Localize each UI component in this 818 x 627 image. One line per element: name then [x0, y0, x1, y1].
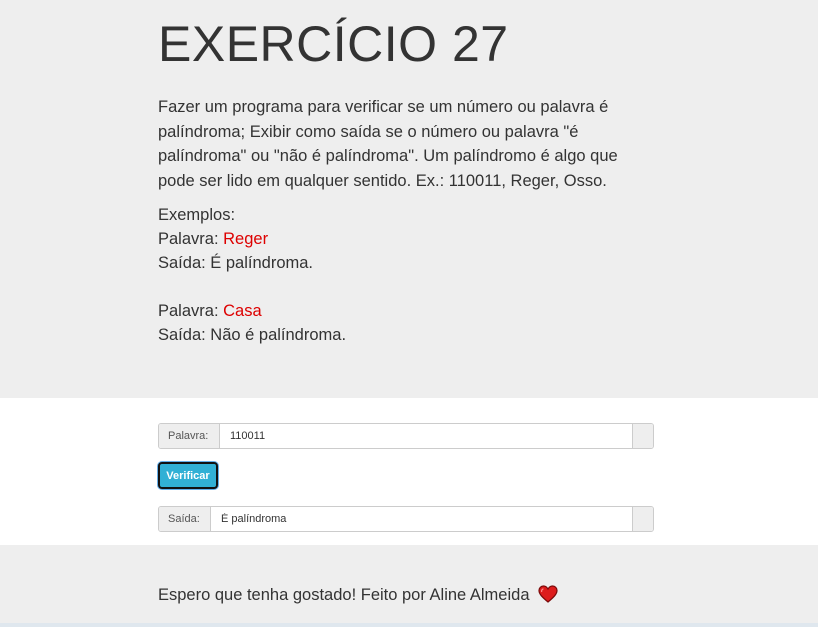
footer: Espero que tenha gostado! Feito por Alin… — [0, 545, 818, 627]
word-input[interactable] — [220, 424, 632, 448]
example-word-label: Palavra: — [158, 302, 219, 320]
hero-section: EXERCÍCIO 27 Fazer um programa para veri… — [0, 0, 818, 398]
heart-icon — [538, 585, 558, 610]
bottom-strip — [0, 623, 818, 627]
example-word-line: Palavra: Casa — [158, 299, 638, 323]
exercise-description: Fazer um programa para verificar se um n… — [158, 98, 618, 190]
output-label: Saída: — [159, 507, 211, 531]
example-spacer — [158, 275, 638, 299]
verify-button[interactable]: Verificar — [158, 462, 218, 489]
output-group: Saída: — [158, 506, 654, 532]
examples-heading: Exemplos: — [158, 206, 236, 224]
form-section: Palavra: Verificar Saída: — [0, 398, 818, 545]
page-title: EXERCÍCIO 27 — [158, 16, 509, 72]
example-word-line: Palavra: Reger — [158, 227, 638, 251]
word-input-addon — [632, 424, 653, 448]
footer-line: Espero que tenha gostado! Feito por Alin… — [158, 583, 558, 610]
example-output: Saída: É palíndroma. — [158, 254, 314, 272]
footer-credit: Espero que tenha gostado! Feito por Alin… — [158, 586, 530, 604]
word-input-label: Palavra: — [159, 424, 220, 448]
example-word: Casa — [223, 302, 262, 320]
examples-block: Exemplos: Palavra: Reger Saída: É palínd… — [158, 203, 638, 347]
word-input-group: Palavra: — [158, 423, 654, 449]
output-addon — [632, 507, 653, 531]
example-word: Reger — [223, 230, 269, 248]
example-output: Saída: Não é palíndroma. — [158, 326, 347, 344]
output-field[interactable] — [211, 507, 632, 531]
example-word-label: Palavra: — [158, 230, 219, 248]
page: EXERCÍCIO 27 Fazer um programa para veri… — [0, 0, 818, 627]
